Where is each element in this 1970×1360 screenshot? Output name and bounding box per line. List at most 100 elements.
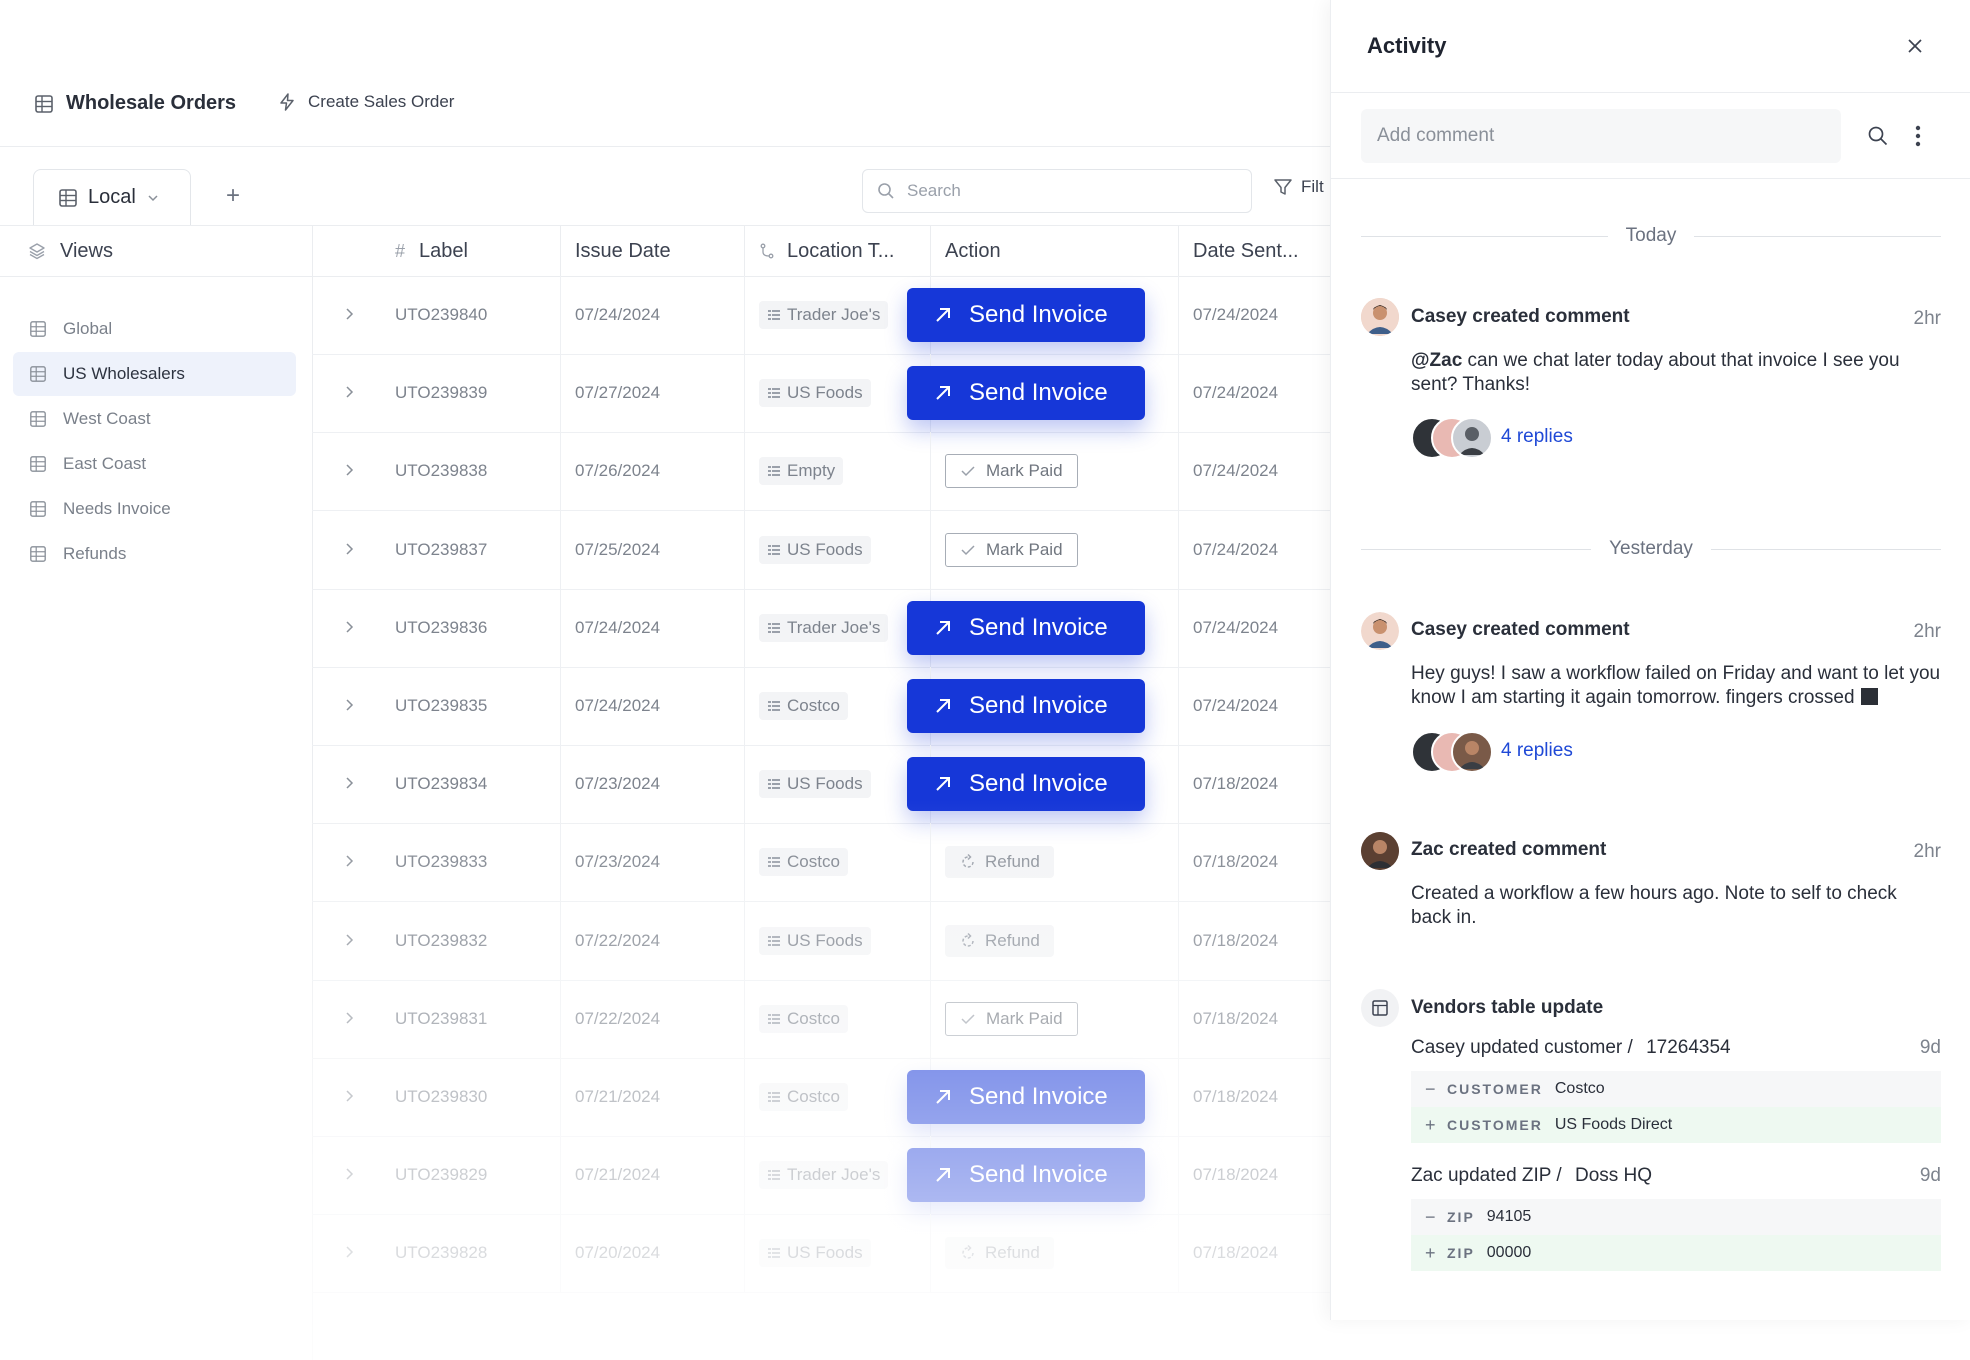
search-field[interactable]: [862, 169, 1252, 213]
add-comment-field[interactable]: [1361, 109, 1841, 163]
table-row[interactable]: UTO239836 07/24/2024 Trader Joe's Send Invo…: [312, 588, 1330, 668]
table-icon: [29, 410, 47, 428]
send-invoice-button[interactable]: Send Invoice: [907, 366, 1145, 421]
location-pill[interactable]: Trader Joe's: [759, 301, 889, 329]
table-row[interactable]: UTO239838 07/26/2024 Empty Mark Paid 07/24/2…: [312, 432, 1330, 512]
location-pill[interactable]: Costco: [759, 692, 848, 720]
column-header-issue-date[interactable]: Issue Date: [560, 226, 744, 276]
table-row[interactable]: UTO239837 07/25/2024 US Foods Mark Paid 07/2…: [312, 510, 1330, 590]
table-row[interactable]: UTO239834 07/23/2024 US Foods Send Invoice 0…: [312, 745, 1330, 825]
table-row[interactable]: UTO239830 07/21/2024 Costco Send Invoice 07/…: [312, 1058, 1330, 1137]
send-invoice-button[interactable]: Send Invoice: [907, 288, 1145, 342]
location-pill[interactable]: US Foods: [759, 535, 871, 564]
list-icon: [767, 1168, 781, 1182]
create-sales-order-button[interactable]: Create Sales Order: [278, 92, 454, 112]
expand-row-chevron-icon[interactable]: [342, 541, 356, 557]
sidebar-item-east-coast[interactable]: East Coast: [13, 442, 296, 486]
refund-button[interactable]: Refund: [945, 846, 1054, 879]
list-icon: [767, 1012, 781, 1026]
arrow-up-right-icon: [933, 774, 953, 794]
search-icon[interactable]: [1867, 125, 1889, 147]
expand-row-chevron-icon[interactable]: [342, 853, 356, 869]
expand-row-chevron-icon[interactable]: [342, 384, 356, 400]
replies-link[interactable]: 4 replies: [1411, 731, 1573, 773]
send-invoice-button[interactable]: Send Invoice: [907, 679, 1145, 733]
mark-paid-button[interactable]: Mark Paid: [945, 1001, 1078, 1036]
sidebar-item-global[interactable]: Global: [13, 307, 296, 351]
replies-link[interactable]: 4 replies: [1411, 417, 1573, 459]
expand-row-chevron-icon[interactable]: [342, 932, 356, 948]
location-pill[interactable]: Trader Joe's: [759, 1161, 889, 1190]
tab-local[interactable]: Local: [33, 169, 191, 225]
expand-row-chevron-icon[interactable]: [342, 1088, 356, 1104]
location-pill[interactable]: US Foods: [759, 1239, 871, 1268]
table-row[interactable]: UTO239835 07/24/2024 Costco Send Invoice 07/…: [312, 667, 1330, 746]
send-invoice-button[interactable]: Send Invoice: [907, 1070, 1145, 1124]
cell-date-sent: 07/24/2024: [1178, 667, 1330, 745]
table-row[interactable]: UTO239833 07/23/2024 Costco Refund 07/18/202…: [312, 823, 1330, 903]
location-pill[interactable]: US Foods: [759, 926, 871, 955]
date-divider-yesterday: Yesterday: [1361, 537, 1941, 561]
table-row[interactable]: UTO239840 07/24/2024 Trader Joe's Send Invo…: [312, 276, 1330, 355]
sidebar-item-label: Needs Invoice: [63, 499, 171, 518]
mark-paid-button[interactable]: Mark Paid: [945, 532, 1078, 567]
column-header-date-sent[interactable]: Date Sent...: [1178, 226, 1330, 276]
sidebar-item-refunds[interactable]: Refunds: [13, 532, 296, 576]
mention[interactable]: @Zac: [1411, 350, 1462, 371]
table-row[interactable]: UTO239832 07/22/2024 US Foods Refund 07/18/2…: [312, 901, 1330, 981]
refund-button[interactable]: Refund: [945, 1237, 1054, 1270]
location-pill[interactable]: Trader Joe's: [759, 613, 889, 642]
location-pill[interactable]: US Foods: [759, 379, 871, 408]
list-icon: [767, 1090, 781, 1104]
entry-body: Hey guys! I saw a workflow failed on Fri…: [1411, 663, 1941, 708]
mark-paid-button[interactable]: Mark Paid: [945, 454, 1078, 489]
table-row[interactable]: UTO239828 07/20/2024 US Foods Refund 07/18/2…: [312, 1214, 1330, 1294]
update-target[interactable]: 17264354: [1646, 1037, 1731, 1058]
add-view-button[interactable]: +: [222, 184, 244, 208]
entry-time: 2hr: [1913, 308, 1941, 329]
filter-button[interactable]: Filt: [1273, 177, 1324, 197]
expand-row-chevron-icon[interactable]: [342, 619, 356, 635]
table-icon: [29, 545, 47, 563]
expand-row-chevron-icon[interactable]: [342, 1244, 356, 1260]
cell-label: UTO239830: [395, 1087, 488, 1106]
expand-row-chevron-icon[interactable]: [342, 306, 356, 322]
column-header-label[interactable]: # Label: [367, 226, 507, 276]
location-pill[interactable]: US Foods: [759, 770, 871, 799]
entry-time: 2hr: [1913, 841, 1941, 862]
cell-label: UTO239835: [395, 696, 488, 715]
location-pill[interactable]: Empty: [759, 457, 844, 486]
update-target[interactable]: Doss HQ: [1575, 1165, 1652, 1186]
expand-row-chevron-icon[interactable]: [342, 462, 356, 478]
table-row[interactable]: UTO239839 07/27/2024 US Foods Send Invoice 0…: [312, 354, 1330, 434]
more-options-icon[interactable]: [1914, 124, 1922, 148]
cell-action: Send Invoice: [907, 354, 1178, 433]
sidebar-item-needs-invoice[interactable]: Needs Invoice: [13, 487, 296, 531]
expand-row-chevron-icon[interactable]: [342, 775, 356, 791]
search-input[interactable]: [905, 180, 1209, 202]
send-invoice-button[interactable]: Send Invoice: [907, 600, 1145, 655]
table-row[interactable]: UTO239829 07/21/2024 Trader Joe's Send Invo…: [312, 1136, 1330, 1216]
sidebar-item-label: Refunds: [63, 544, 127, 563]
expand-row-chevron-icon[interactable]: [342, 697, 356, 713]
location-pill[interactable]: Costco: [759, 1083, 848, 1111]
activity-divider: [1331, 178, 1970, 179]
refund-button[interactable]: Refund: [945, 924, 1054, 957]
location-pill[interactable]: Costco: [759, 848, 848, 877]
send-invoice-button[interactable]: Send Invoice: [907, 757, 1145, 812]
sidebar-item-us-wholesalers[interactable]: US Wholesalers: [13, 352, 296, 396]
expand-row-chevron-icon[interactable]: [342, 1166, 356, 1182]
sidebar-item-west-coast[interactable]: West Coast: [13, 397, 296, 441]
add-comment-input[interactable]: [1375, 124, 1819, 148]
send-invoice-button[interactable]: Send Invoice: [907, 1148, 1145, 1203]
table-icon: [34, 94, 54, 114]
layers-icon: [28, 242, 46, 260]
arrow-up-right-icon: [933, 383, 953, 403]
location-pill[interactable]: Costco: [759, 1004, 848, 1033]
column-header-action[interactable]: Action: [930, 226, 1178, 276]
expand-row-chevron-icon[interactable]: [342, 1010, 356, 1026]
cell-label: UTO239829: [395, 1165, 488, 1185]
table-row[interactable]: UTO239831 07/22/2024 Costco Mark Paid 07/18/…: [312, 979, 1330, 1059]
column-header-location[interactable]: Location T...: [744, 226, 930, 276]
close-icon[interactable]: [1905, 36, 1925, 56]
